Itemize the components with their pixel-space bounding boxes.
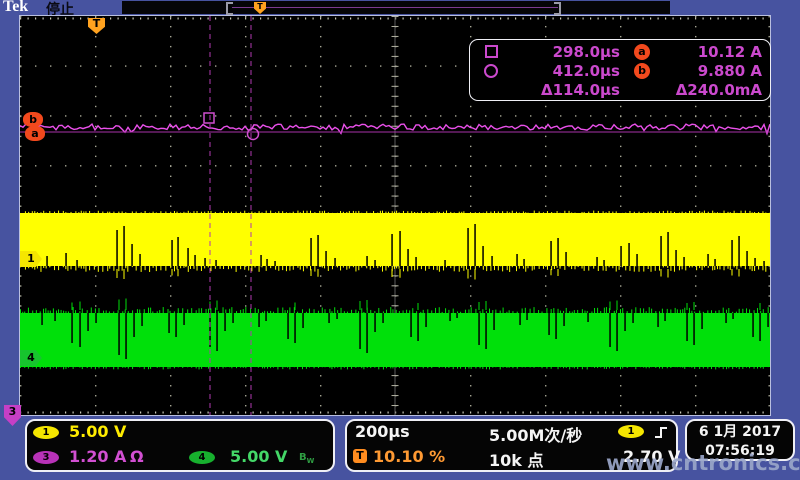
sample-rate: 5.00M次/秒 [489, 422, 582, 446]
cursor-a-time: 298.0µs [504, 43, 620, 61]
channel-3-scale: 1.20 A [69, 447, 126, 466]
bandwidth-limit-icon: BW [299, 452, 314, 465]
circle-cursor-icon [478, 64, 504, 78]
channel-3-badge: 3 [33, 451, 59, 464]
cursor-readout-row: 298.0µs a 10.12 A [478, 42, 762, 61]
watermark: www.cntronics.com [606, 451, 800, 475]
cursor-a-value: 10.12 A [664, 43, 762, 61]
cursor-b-time: 412.0µs [504, 62, 620, 80]
record-window-right-bracket [554, 2, 561, 15]
channel-1-badge: 1 [33, 426, 59, 439]
trigger-position-percent: 10.10 % [373, 447, 445, 466]
channel-3-marker: 3 [4, 405, 21, 426]
record-trigger-icon: T [254, 2, 266, 14]
cursor-b-badge: b [620, 63, 664, 79]
cursor-readout-box: 298.0µs a 10.12 A 412.0µs b 9.880 A Δ114… [469, 39, 771, 101]
record-length: 10k 点 [489, 447, 543, 471]
date: 6 1月 2017 [687, 423, 793, 442]
cursor-a-badge: a [620, 44, 664, 60]
cursor-delta-time: Δ114.0µs [504, 81, 620, 99]
rising-edge-icon [653, 425, 669, 440]
trigger-position-badge: T [353, 449, 367, 463]
cursor-readout-row: 412.0µs b 9.880 A [478, 61, 762, 80]
channel-1-scale: 5.00 V [69, 422, 126, 441]
cursor-b-marker: b [23, 112, 43, 127]
waveform-display: T b a 1 4 298.0µs a 10.12 A 412.0µs b 9.… [19, 15, 771, 416]
trigger-source-badge: 1 [618, 425, 644, 438]
channel-4-scale: 5.00 V [230, 447, 287, 466]
channel-4-badge: 4 [189, 451, 215, 464]
channel-settings-box: 1 5.00 V 3 1.20 A Ω 4 5.00 V BW [25, 419, 335, 472]
cursor-a-marker: a [25, 126, 45, 141]
record-line [232, 7, 558, 8]
time-per-div: 200µs [355, 422, 410, 441]
record-view-bar: T [122, 1, 670, 14]
tek-logo: Tek [3, 0, 28, 16]
square-cursor-icon [478, 45, 504, 58]
cursor-delta-value: Δ240.0mA [664, 81, 762, 99]
cursor-readout-row: Δ114.0µs Δ240.0mA [478, 80, 762, 99]
record-window-left-bracket [226, 2, 233, 15]
channel-3-coupling: Ω [130, 447, 144, 466]
cursor-b-value: 9.880 A [664, 62, 762, 80]
